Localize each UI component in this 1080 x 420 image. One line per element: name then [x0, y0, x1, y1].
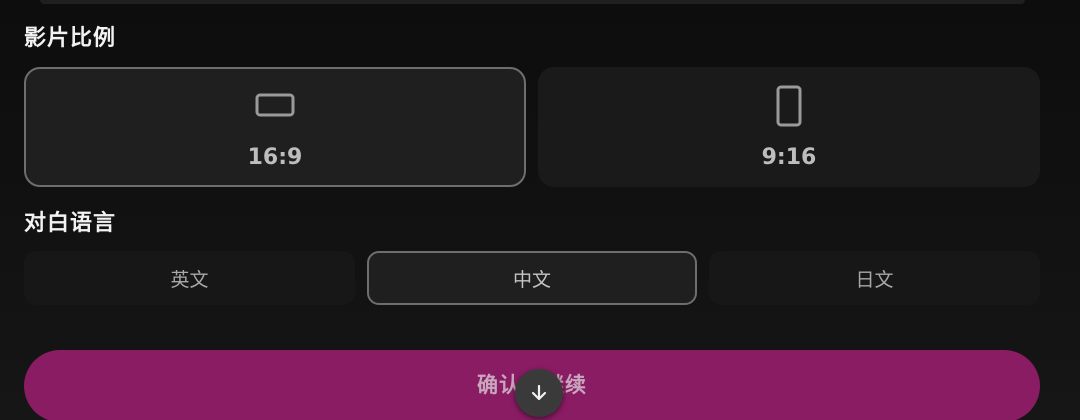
language-option-english[interactable]: 英文: [24, 251, 355, 305]
aspect-ratio-label: 9:16: [761, 145, 817, 170]
arrow-down-icon: [531, 384, 547, 401]
aspect-ratio-option-16-9[interactable]: 16:9: [24, 67, 526, 187]
video-settings-panel: 影片比例 16:9 9:16 对白语言 英文 中文 日文 确认并继续: [0, 0, 1080, 420]
aspect-ratio-option-9-16[interactable]: 9:16: [538, 67, 1040, 187]
aspect-ratio-title: 影片比例: [24, 26, 117, 51]
language-option-chinese[interactable]: 中文: [367, 251, 697, 305]
top-divider: [40, 0, 1025, 4]
portrait-phone-icon: [776, 85, 802, 127]
language-option-japanese[interactable]: 日文: [709, 251, 1040, 305]
landscape-rect-icon: [255, 93, 295, 117]
aspect-ratio-label: 16:9: [247, 145, 303, 170]
dialogue-language-title: 对白语言: [24, 211, 117, 236]
scroll-down-button[interactable]: [515, 369, 563, 417]
